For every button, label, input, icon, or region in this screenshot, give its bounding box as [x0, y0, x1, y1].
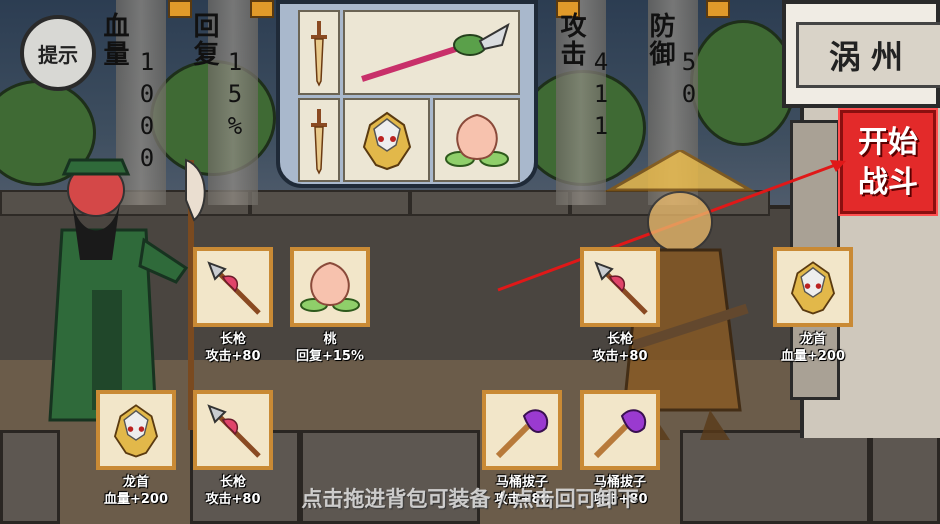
- plunger-icon: [495, 409, 549, 459]
- enemy-item-slot[interactable]: [580, 390, 660, 470]
- enemy-item-slot[interactable]: [482, 390, 562, 470]
- dragon-head-icon: [113, 404, 159, 458]
- spear-icon: [207, 404, 261, 458]
- enemy-item-slot[interactable]: [773, 247, 853, 327]
- game-scene: 血量 1000 回复 15% 攻击 411 防御 50 提示 涡州 开始 战斗 …: [0, 0, 940, 524]
- player-item-slot[interactable]: [193, 390, 273, 470]
- enemy-item-name: 龙首: [799, 332, 826, 347]
- footer-hint: 点击拖进背包可装备 / 点击回可卸下: [301, 487, 639, 511]
- peach-icon: [300, 261, 360, 312]
- spear-icon: [207, 261, 261, 315]
- player-item-effect: 回复+15%: [295, 349, 364, 364]
- guan-yu-sprite: [48, 158, 206, 430]
- enemy-item-slot[interactable]: [580, 247, 660, 327]
- spear-icon: [594, 261, 648, 315]
- enemy-item-effect: 血量+200: [780, 349, 846, 364]
- player-item-effect: 攻击+80: [205, 349, 261, 364]
- enemy-item-name: 长枪: [606, 332, 633, 347]
- player-item-name: 桃: [323, 332, 337, 347]
- plunger-icon: [593, 409, 647, 459]
- player-item-slot[interactable]: [193, 247, 273, 327]
- player-item-slot[interactable]: [96, 390, 176, 470]
- dragon-head-icon: [790, 261, 836, 315]
- player-item-name: 长枪: [219, 332, 246, 347]
- player-item-name: 龙首: [122, 475, 149, 490]
- player-item-slot[interactable]: [290, 247, 370, 327]
- enemy-item-effect: 攻击+80: [592, 349, 648, 364]
- player-character: [36, 150, 206, 430]
- player-item-effect: 血量+200: [103, 492, 169, 507]
